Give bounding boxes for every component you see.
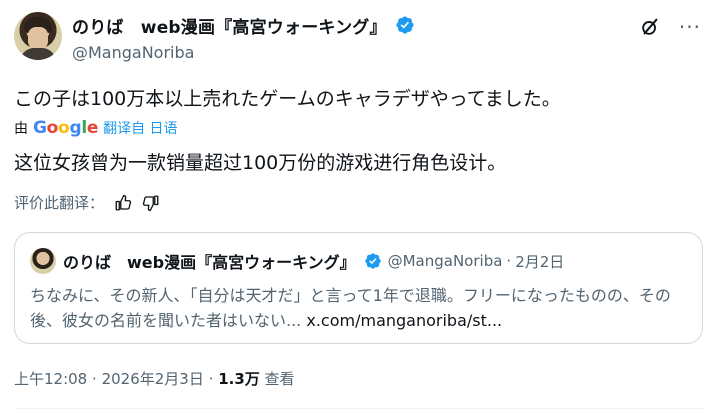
quoted-author-name: のりば web漫画『高宮ウォーキング』: [63, 253, 356, 272]
quoted-author-handle: @MangaNoriba: [387, 252, 503, 270]
rate-translation-label: 评价此翻译：: [14, 194, 105, 212]
author-name[interactable]: のりば web漫画『高宮ウォーキング』: [72, 13, 387, 38]
views-count: 1.3万: [218, 370, 260, 388]
thumbs-down-icon[interactable]: [142, 194, 160, 212]
author-name-row: のりば web漫画『高宮ウォーキング』: [72, 13, 415, 38]
quoted-separator: ·: [506, 252, 512, 270]
quoted-author-avatar: [30, 248, 56, 274]
author-avatar[interactable]: [14, 12, 62, 60]
author-handle[interactable]: @MangaNoriba: [72, 43, 194, 62]
translation-attribution: 由 Google 翻译自 日语: [14, 118, 178, 138]
header-actions: ···: [639, 16, 701, 38]
translate-source-link[interactable]: 翻译自 日语: [103, 118, 177, 138]
grok-icon[interactable]: [639, 16, 661, 38]
verified-badge-icon: [364, 253, 381, 269]
footer-divider: [14, 408, 705, 409]
verified-badge-icon: [396, 16, 414, 34]
tweet-timestamp: 上午12:08 · 2026年2月3日 · 1.3万 查看: [14, 368, 295, 389]
translation-prefix: 由: [14, 121, 28, 137]
time-separator: ·: [92, 370, 97, 388]
date-separator: ·: [208, 370, 214, 388]
quoted-tweet-link[interactable]: x.com/manganoriba/st...: [306, 311, 502, 330]
more-icon[interactable]: ···: [679, 17, 701, 37]
quoted-tweet-card[interactable]: のりば web漫画『高宮ウォーキング』 @MangaNoriba · 2月2日 …: [14, 232, 703, 344]
translated-text: 这位女孩曾为一款销量超过100万份的游戏进行角色设计。: [14, 152, 507, 174]
views-label: 查看: [264, 370, 295, 388]
tweet-text: この子は100万本以上売れたゲームのキャラデザやってました。: [14, 88, 561, 110]
quoted-tweet-text: ちなみに、その新人、「自分は天才だ」と言って1年で退職。フリーになったものの、そ…: [30, 283, 690, 333]
rate-translation-row: 评价此翻译：: [14, 192, 160, 213]
thumbs-up-icon[interactable]: [114, 194, 132, 212]
quoted-tweet-date: 2月2日: [515, 252, 565, 271]
tweet-date[interactable]: 2026年2月3日: [102, 370, 204, 388]
quoted-tweet-header: のりば web漫画『高宮ウォーキング』 @MangaNoriba · 2月2日: [63, 250, 564, 272]
google-logo: Google: [33, 118, 99, 138]
tweet-time[interactable]: 上午12:08: [14, 370, 87, 388]
